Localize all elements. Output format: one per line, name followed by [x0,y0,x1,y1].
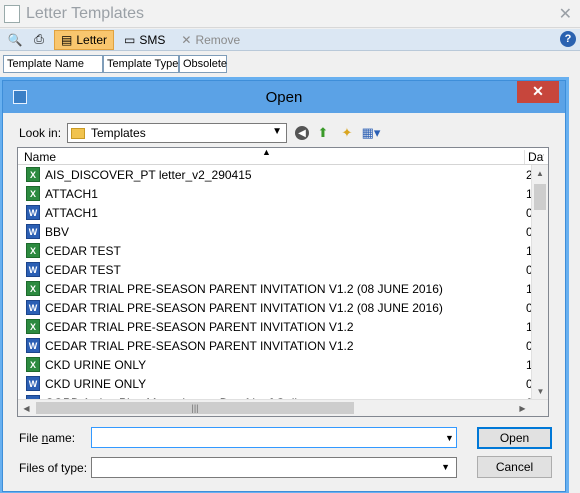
file-row[interactable]: WBBV04/ [18,222,540,241]
sms-button[interactable]: ▭ SMS [118,30,171,50]
remove-label: Remove [195,32,241,47]
look-in-combo[interactable]: Templates ▼ [67,123,287,143]
file-name: CEDAR TRIAL PRE-SEASON PARENT INVITATION… [45,319,354,334]
open-button[interactable]: Open [477,427,552,449]
word-file-icon: W [26,262,40,277]
file-name: ATTACH1 [45,205,98,220]
nav-toolbar: ◀ ⬆ ✦ ▦▾ [295,124,385,142]
file-list[interactable]: Name ▲ Dat X AIS_DISCOVER_PT letter_v2_29… [17,147,549,417]
excel-file-icon: X [26,167,40,182]
horizontal-scroll-thumb[interactable]: ||| [36,402,354,414]
file-rows: XAIS_DISCOVER_PT letter_v2_29041520/XATT… [18,165,540,412]
app-icon [4,4,20,23]
dialog-title: Open [265,88,303,106]
file-name: CEDAR TRIAL PRE-SEASON PARENT INVITATION… [45,300,443,315]
file-name: CEDAR TEST [45,243,121,258]
print-icon[interactable]: ⎙ [30,32,48,48]
chevron-down-icon: ▼ [272,126,282,137]
word-file-icon: W [26,224,40,239]
excel-file-icon: X [26,319,40,334]
column-date[interactable]: Dat [524,150,544,164]
sms-label: SMS [139,32,166,47]
file-row[interactable]: WATTACH102/ [18,203,540,222]
excel-file-icon: X [26,357,40,372]
file-row[interactable]: W CEDAR TRIAL PRE-SEASON PARENT INVITATIO… [18,298,540,317]
sms-icon: ▭ [124,32,136,47]
template-grid-header: Template Name Template Type Obsolete [3,55,227,73]
file-name: CKD URINE ONLY [45,376,147,391]
file-row[interactable]: XATTACH112/ [18,184,540,203]
cancel-button[interactable]: Cancel [477,456,552,478]
files-of-type-label: Files of type: [19,461,88,475]
file-row[interactable]: W CEDAR TRIAL PRE-SEASON PARENT INVITATIO… [18,336,540,355]
column-obsolete[interactable]: Obsolete [179,55,227,73]
remove-button[interactable]: ✕ Remove [175,30,246,50]
horizontal-scrollbar[interactable]: ◀ ||| ▶ [18,399,548,416]
file-name-input[interactable] [91,427,457,448]
folder-icon [71,127,85,139]
app-toolbar: 🔍 ⎙ ▤ Letter ▭ SMS ✕ Remove ? [0,29,580,51]
word-file-icon: W [26,300,40,315]
file-name-label: File name: [19,431,76,445]
scroll-right-icon[interactable]: ▶ [514,400,531,416]
help-icon[interactable]: ? [560,31,576,47]
file-row[interactable]: XCKD URINE ONLY12/ [18,355,540,374]
word-file-icon: W [26,376,40,391]
file-row[interactable]: XAIS_DISCOVER_PT letter_v2_29041520/ [18,165,540,184]
file-name: BBV [45,224,70,239]
dialog-titlebar: Open ✕ [3,81,565,113]
look-in-row: Look in: Templates ▼ ◀ ⬆ ✦ ▦▾ [19,123,385,143]
files-of-type-select[interactable]: ▼ [91,457,457,478]
up-folder-icon[interactable]: ⬆ [313,124,333,142]
file-row[interactable]: X CEDAR TRIAL PRE-SEASON PARENT INVITATIO… [18,279,540,298]
column-template-name[interactable]: Template Name [3,55,103,73]
print-preview-icon[interactable]: 🔍 [6,32,24,48]
file-row[interactable]: WCEDAR TEST03/ [18,260,540,279]
letter-label: Letter [76,32,108,47]
scroll-left-icon[interactable]: ◀ [18,400,35,416]
word-file-icon: W [26,205,40,220]
new-folder-icon[interactable]: ✦ [337,124,357,142]
letter-icon: ▤ [61,32,73,47]
file-row[interactable]: X CEDAR TRIAL PRE-SEASON PARENT INVITATIO… [18,317,540,336]
excel-file-icon: X [26,186,40,201]
file-name: AIS_DISCOVER_PT letter_v2_290415 [45,167,252,182]
remove-icon: ✕ [181,32,192,47]
file-name: CEDAR TEST [45,262,121,277]
look-in-value: Templates [91,126,146,140]
file-list-header: Name ▲ Dat [18,148,548,165]
word-file-icon: W [26,338,40,353]
dialog-close-button[interactable]: ✕ [517,81,559,103]
excel-file-icon: X [26,243,40,258]
file-row[interactable]: XCEDAR TEST12/ [18,241,540,260]
file-row[interactable]: WCKD URINE ONLY03/ [18,374,540,393]
scroll-up-icon[interactable]: ▲ [532,165,548,182]
back-icon[interactable]: ◀ [295,126,309,140]
look-in-label: Look in: [19,126,62,140]
excel-file-icon: X [26,281,40,296]
app-titlebar: Letter Templates ✕ [0,0,580,28]
vertical-scroll-thumb[interactable] [534,184,546,210]
app-title: Letter Templates [26,4,144,22]
open-dialog: Open ✕ Look in: Templates ▼ ◀ ⬆ ✦ ▦▾ Nam… [2,80,566,492]
column-name[interactable]: Name [24,150,56,164]
letter-button[interactable]: ▤ Letter [54,29,115,50]
column-template-type[interactable]: Template Type [103,55,179,73]
vertical-scrollbar[interactable]: ▲ ▼ [531,165,548,400]
chevron-down-icon: ▼ [441,462,450,472]
file-name: CEDAR TRIAL PRE-SEASON PARENT INVITATION… [45,281,443,296]
view-menu-icon[interactable]: ▦▾ [361,124,381,142]
sort-ascending-icon: ▲ [262,147,271,157]
file-name: CKD URINE ONLY [45,357,147,372]
file-name: ATTACH1 [45,186,98,201]
file-name: CEDAR TRIAL PRE-SEASON PARENT INVITATION… [45,338,354,353]
scroll-down-icon[interactable]: ▼ [532,383,548,400]
app-close-icon[interactable]: ✕ [559,4,572,24]
dialog-app-icon [13,90,27,104]
